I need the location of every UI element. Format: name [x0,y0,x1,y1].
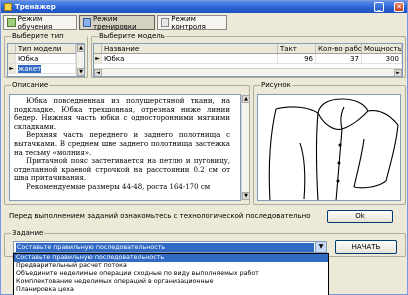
task-option[interactable]: Комплектование неделимых операций в орга… [14,278,328,286]
model-type-grid: Тип модели Юбка ► жакет ▲ ▼ [7,43,85,77]
description-paragraph: Юбка повседневная из полушерстяной ткани… [14,97,230,131]
window-title: Тренажер [15,3,56,11]
scroll-down-icon[interactable]: ▼ [77,68,84,76]
learning-mode-icon [7,18,16,27]
task-select[interactable]: Составьте правильную последовательность … [13,241,327,253]
description-paragraph: Притачной пояс застегивается на петлю и … [14,157,230,183]
model-type-cell[interactable]: Юбка [16,54,76,63]
ok-button[interactable]: Ok [327,210,393,223]
mode-learning-label: Режим обучения [17,14,53,31]
model-grid-header: Название Такт Кол-во рабочих Мощность [94,44,402,54]
model-grid-hscrollbar[interactable]: ◄ ► [94,68,402,76]
description-text: Юбка повседневная из полушерстяной ткани… [9,94,241,201]
model-grid: Название Такт Кол-во рабочих Мощность ► … [93,43,403,77]
mode-control-label: Режим контроля [171,14,206,31]
model-type-row[interactable]: ► жакет [8,64,84,74]
jacket-sketch-icon [268,98,399,200]
model-row[interactable]: ► Юбка 96 37 300 [94,54,402,64]
model-name-cell[interactable]: Юбка [102,54,278,63]
model-group-title: Выберите модель [98,32,166,41]
model-workers-cell[interactable]: 37 [316,54,362,63]
trainer-window: Тренажер _ ✕ Режим обучения Режим тренир… [0,0,408,295]
mode-learning-button[interactable]: Режим обучения [3,14,77,31]
model-type-header: Тип модели [8,44,84,54]
mode-training-label: Режим тренировки [93,14,137,31]
garment-picture [257,94,401,201]
scroll-up-icon[interactable]: ▲ [242,95,250,103]
task-option[interactable]: Составьте правильную последовательность [14,254,328,262]
start-button[interactable]: НАЧАТЬ [335,240,397,254]
picture-group-title: Рисунок [260,81,292,90]
col-power-header[interactable]: Мощность [362,44,402,53]
row-indicator-icon: ► [8,64,16,73]
description-group-title: Описание [11,81,50,90]
instruction-note: Перед выполнением заданий ознакомьтесь с… [9,212,311,220]
task-option[interactable]: Планировка цеха [14,286,328,294]
close-button[interactable]: ✕ [394,2,404,12]
row-indicator-icon: ► [94,54,102,63]
task-option[interactable]: Объедините неделимые операции сходные по… [14,270,328,278]
control-mode-icon [161,18,170,27]
model-type-column-header[interactable]: Тип модели [16,44,76,53]
title-bar: Тренажер _ ✕ [1,1,407,13]
mode-control-button[interactable]: Режим контроля [157,14,227,31]
col-name-header[interactable]: Название [102,44,278,53]
col-takt-header[interactable]: Такт [278,44,316,53]
description-scrollbar[interactable]: ▲ ▼ [241,95,250,200]
chevron-down-icon[interactable]: ▼ [315,242,326,252]
scroll-left-icon[interactable]: ◄ [94,69,102,76]
app-icon [4,3,12,11]
minimize-button[interactable]: _ [374,2,384,12]
scroll-right-icon[interactable]: ► [394,69,402,76]
description-paragraph: Рекомендуемые размеры 44-48, роста 164-1… [26,182,211,191]
model-type-cell-selected[interactable]: жакет [18,65,42,73]
task-dropdown-list: Составьте правильную последовательность … [13,253,329,295]
description-paragraph: Верхняя часть переднего и заднего полотн… [14,131,230,157]
model-type-row[interactable]: Юбка [8,54,84,64]
scroll-up-icon[interactable]: ▲ [77,44,84,52]
mode-training-button[interactable]: Режим тренировки [79,14,155,31]
task-option[interactable]: Предварительный расчет потока [14,262,328,270]
col-workers-header[interactable]: Кол-во рабочих [316,44,362,53]
task-group-title: Задание [11,229,45,238]
task-select-value: Составьте правильную последовательность [16,243,314,252]
row-indicator-icon [8,54,16,63]
model-takt-cell[interactable]: 96 [278,54,316,63]
mode-toolbar: Режим обучения Режим тренировки Режим ко… [3,14,407,31]
model-type-scrollbar[interactable]: ▲ ▼ [76,44,84,76]
scroll-down-icon[interactable]: ▼ [242,192,250,200]
training-mode-icon [83,18,92,27]
model-power-cell[interactable]: 300 [362,54,402,63]
